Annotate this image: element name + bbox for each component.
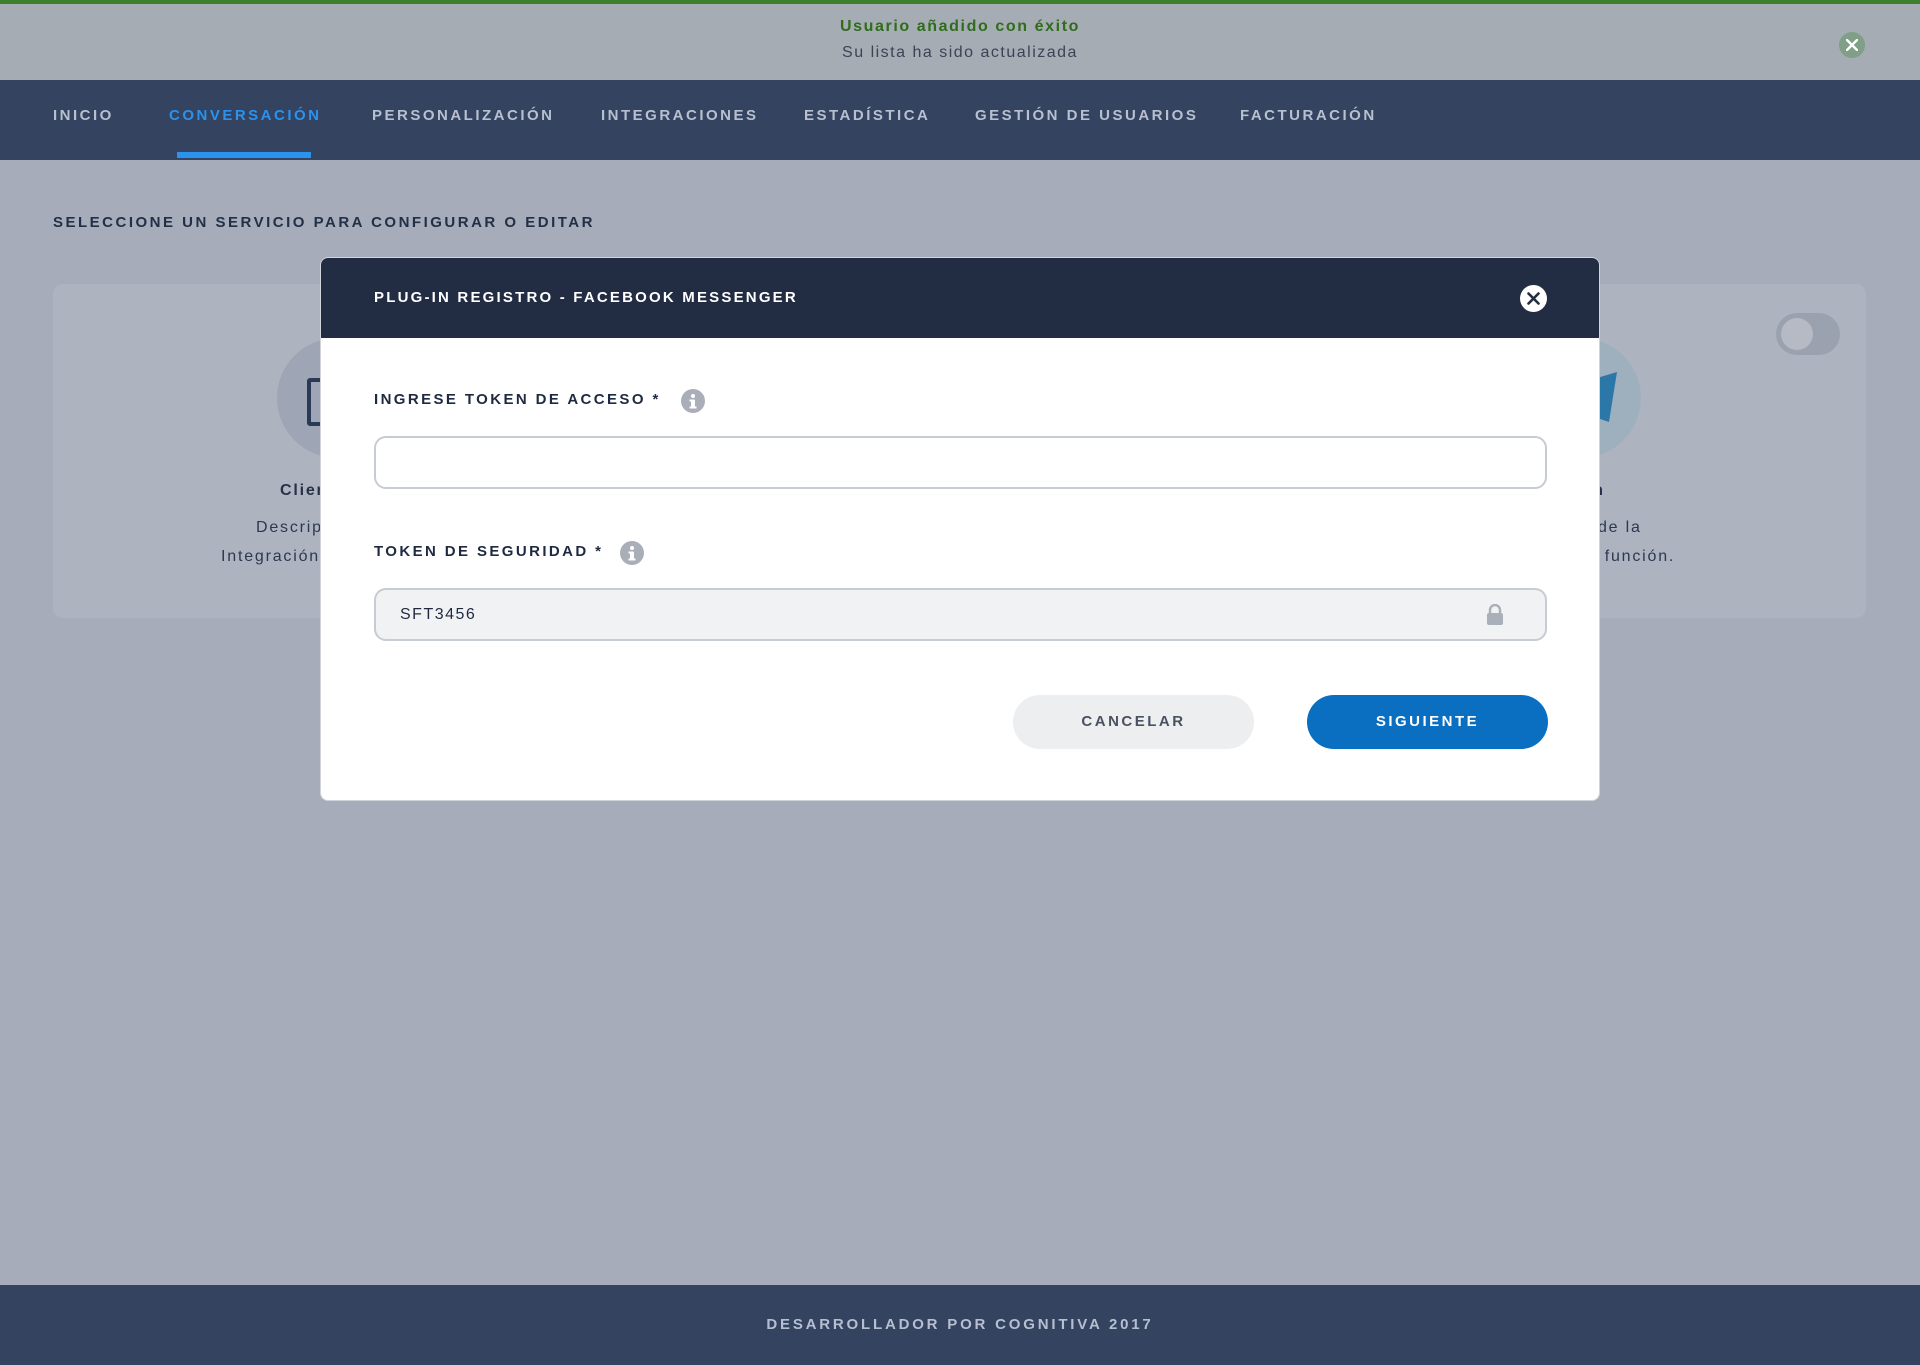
lock-icon [1487,604,1503,625]
modal-header: PLUG-IN REGISTRO - FACEBOOK MESSENGER [321,258,1599,338]
success-toast: Usuario añadido con éxito Su lista ha si… [0,0,1920,80]
service-card-desc: Integración [221,548,320,565]
info-icon[interactable] [620,541,644,565]
info-icon[interactable] [681,389,705,413]
security-token-label: TOKEN DE SEGURIDAD * [374,543,604,560]
security-token-field[interactable]: SFT3456 [374,588,1547,641]
plugin-registration-modal: PLUG-IN REGISTRO - FACEBOOK MESSENGER IN… [320,257,1600,801]
next-button[interactable]: SIGUIENTE [1307,695,1548,749]
toast-subtitle: Su lista ha sido actualizada [842,44,1078,61]
nav-active-indicator [177,152,311,158]
service-card-desc: Descrip [256,519,323,536]
cancel-button[interactable]: CANCELAR [1013,695,1254,749]
security-token-value: SFT3456 [400,606,477,623]
service-toggle[interactable] [1776,313,1840,355]
modal-title: PLUG-IN REGISTRO - FACEBOOK MESSENGER [374,289,798,306]
nav-item-estadistica[interactable]: ESTADÍSTICA [804,80,930,160]
nav-item-personalizacion[interactable]: PERSONALIZACIÓN [372,80,555,160]
nav-item-facturacion[interactable]: FACTURACIÓN [1240,80,1377,160]
access-token-input[interactable] [374,436,1547,489]
nav-item-inicio[interactable]: INICIO [53,80,114,160]
toast-close-button[interactable] [1839,32,1865,58]
main-nav: INICIO CONVERSACIÓN PERSONALIZACIÓN INTE… [0,80,1920,160]
footer: DESARROLLADOR POR COGNITIVA 2017 [0,1285,1920,1365]
close-icon [1846,39,1858,51]
access-token-label: INGRESE TOKEN DE ACCESO * [374,391,661,408]
section-title: SELECCIONE UN SERVICIO PARA CONFIGURAR O… [53,214,595,231]
nav-item-integraciones[interactable]: INTEGRACIONES [601,80,759,160]
nav-item-gestion-de-usuarios[interactable]: GESTIÓN DE USUARIOS [975,80,1198,160]
toast-title: Usuario añadido con éxito [839,18,1081,35]
nav-item-conversacion[interactable]: CONVERSACIÓN [169,80,322,160]
close-icon [1527,292,1540,305]
modal-close-button[interactable] [1520,285,1547,312]
footer-text: DESARROLLADOR POR COGNITIVA 2017 [766,1316,1154,1333]
toggle-knob [1781,318,1813,350]
